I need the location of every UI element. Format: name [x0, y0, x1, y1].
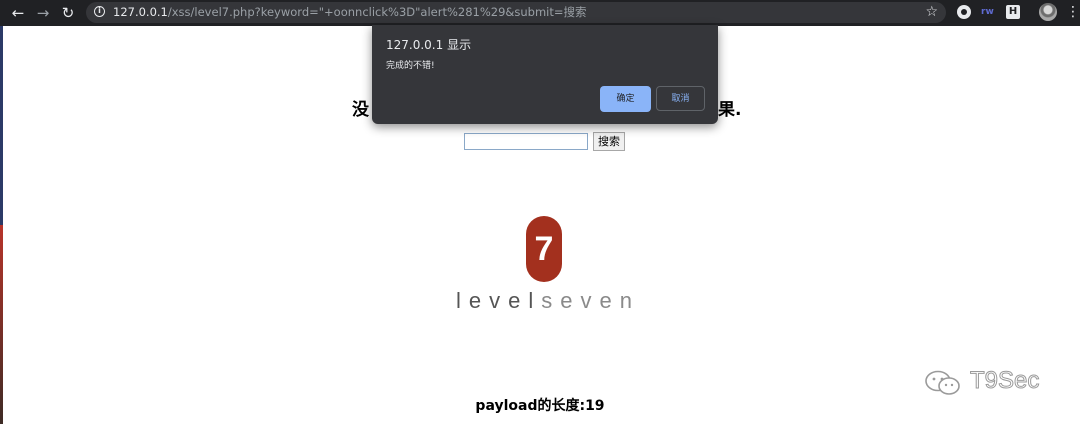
payload-length-text: payload的长度:19 [475, 398, 605, 414]
welcome-heading-end: 果. [718, 100, 742, 120]
bookmark-star-icon[interactable]: ☆ [925, 4, 938, 20]
menu-kebab-icon[interactable]: ⋮ [1066, 4, 1080, 20]
ok-button[interactable]: 确定 [600, 86, 651, 112]
cancel-button[interactable]: 取消 [656, 86, 705, 111]
level-seven-logo-badge: 7 [526, 216, 562, 282]
keyword-search-input[interactable] [464, 133, 588, 150]
logo-word-seven: seven [541, 288, 640, 313]
wechat-icon [925, 370, 960, 395]
extension-h-icon[interactable]: H [1006, 5, 1020, 19]
alert-dialog: 127.0.0.1 显示 完成的不错! 确定 取消 [372, 25, 718, 124]
level-seven-logo-text: levelseven [456, 288, 640, 314]
watermark-text: T9Sec [969, 367, 1040, 395]
forward-arrow-icon[interactable]: → [33, 3, 53, 23]
profile-avatar[interactable] [1039, 3, 1057, 21]
dialog-message: 完成的不错! [386, 61, 435, 71]
extension-rw-icon[interactable]: rw [981, 5, 997, 19]
address-bar[interactable]: i 127.0.0.1/xss/level7.php?keyword="+oon… [86, 2, 946, 23]
logo-word-level: level [456, 288, 542, 313]
extension-circle-icon[interactable] [957, 5, 971, 19]
welcome-heading-start: 没 [352, 100, 369, 120]
reload-icon[interactable]: ↻ [58, 3, 78, 23]
search-button[interactable]: 搜索 [593, 132, 625, 151]
dialog-title: 127.0.0.1 显示 [386, 38, 472, 52]
info-icon[interactable]: i [94, 6, 105, 17]
back-arrow-icon[interactable]: ← [8, 3, 28, 23]
url-path: /xss/level7.php?keyword="+oonnclick%3D"a… [167, 5, 587, 19]
url-text[interactable]: 127.0.0.1/xss/level7.php?keyword="+oonnc… [113, 5, 587, 19]
window-edge-strip [0, 26, 3, 424]
url-host: 127.0.0.1 [113, 5, 168, 19]
browser-toolbar: ← → ↻ i 127.0.0.1/xss/level7.php?keyword… [0, 0, 1080, 26]
